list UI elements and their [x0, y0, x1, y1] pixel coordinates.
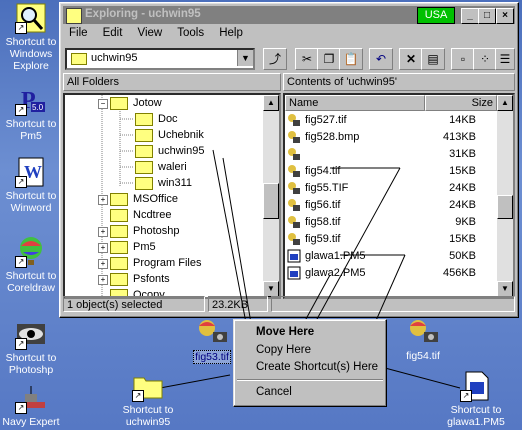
dragged-icon-fig54[interactable]: fig54.tif [393, 318, 453, 362]
folder-icon: ↗ [132, 370, 164, 402]
shortcut-arrow-icon: ↗ [132, 390, 144, 402]
dragged-icon-label: fig54.tif [406, 350, 440, 362]
dragged-icon-label: Shortcut to glawa1.PM5 [447, 404, 505, 428]
menu-separator [237, 379, 383, 381]
dragged-icon-label: Shortcut to uchwin95 [122, 404, 174, 428]
balloon-camera-icon [406, 318, 440, 348]
pagemaker-doc-icon: ↗ [460, 370, 492, 402]
shortcut-arrow-icon: ↗ [460, 390, 472, 402]
dragged-icon-label: fig53.tif [193, 350, 231, 364]
menu-item-copy-here[interactable]: Copy Here [256, 344, 311, 356]
menu-item-create-shortcut[interactable]: Create Shortcut(s) Here [256, 361, 378, 373]
dragged-icon-shortcut-uchwin95[interactable]: ↗ Shortcut to uchwin95 [115, 370, 181, 428]
menu-item-move-here[interactable]: Move Here [256, 326, 314, 338]
menu-item-cancel[interactable]: Cancel [256, 386, 292, 398]
dragged-icon-shortcut-glawa1[interactable]: ↗ Shortcut to glawa1.PM5 [436, 370, 516, 428]
balloon-camera-icon [195, 318, 229, 348]
drag-context-menu: Move Here Copy Here Create Shortcut(s) H… [233, 319, 387, 407]
